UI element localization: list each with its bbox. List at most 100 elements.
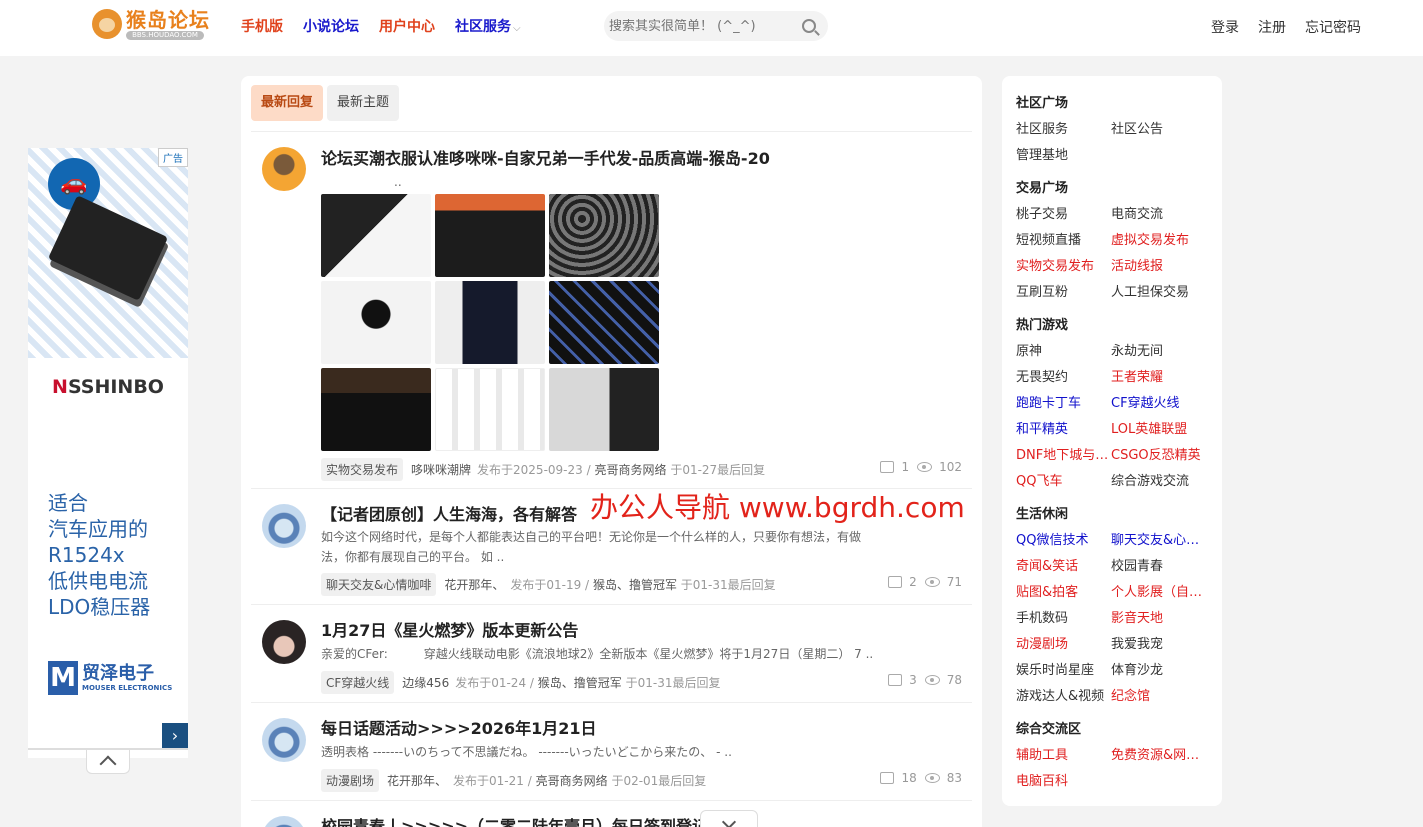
sidebar-forum-link[interactable]: 纪念馆 xyxy=(1111,688,1206,706)
sidebar-forum-link[interactable]: 社区公告 xyxy=(1111,121,1206,139)
sidebar-forum-link[interactable]: 娱乐时尚星座 xyxy=(1016,662,1111,680)
sidebar-forum-link[interactable]: 电脑百科 xyxy=(1016,773,1111,791)
thread-image[interactable] xyxy=(435,368,545,451)
sidebar-forum-link[interactable]: 辅助工具 xyxy=(1016,747,1111,765)
sidebar-section-title: 社区广场 xyxy=(1016,96,1069,111)
sidebar-forum-link[interactable]: 互刷互粉 xyxy=(1016,284,1111,302)
sidebar-forum-link[interactable]: 王者荣耀 xyxy=(1111,369,1206,387)
thread-author[interactable]: 哆咪咪潮牌 xyxy=(411,461,471,478)
thread-image[interactable] xyxy=(321,281,431,364)
logo-subtitle: BBS.HOUDAO.COM xyxy=(126,30,204,40)
sidebar-forum-link[interactable]: 原神 xyxy=(1016,343,1111,361)
thread-image[interactable] xyxy=(321,368,431,451)
sidebar-forum-link[interactable]: QQ微信技术 xyxy=(1016,532,1111,550)
last-reply-user[interactable]: 猴岛、撸管冠军 xyxy=(538,674,622,691)
tab-latest-threads[interactable]: 最新主题 xyxy=(327,85,400,121)
forum-tag[interactable]: 实物交易发布 xyxy=(321,458,404,481)
thread-item: 1月27日《星火燃梦》版本更新公告 亲爱的CFer: 穿越火线联动电影《流浪地球… xyxy=(251,605,972,703)
thread-title[interactable]: 校园青春丨>>>>>（二零二陆年壹月）每日签到登记 xyxy=(321,813,708,827)
user-avatar[interactable] xyxy=(262,816,306,827)
thread-image[interactable] xyxy=(321,194,431,277)
sidebar-forum-link[interactable]: 无畏契约 xyxy=(1016,369,1111,387)
user-avatar[interactable] xyxy=(262,147,306,191)
sidebar-forum-link[interactable]: 虚拟交易发布 xyxy=(1111,232,1206,250)
thread-image[interactable] xyxy=(435,281,545,364)
thread-title[interactable]: 1月27日《星火燃梦》版本更新公告 xyxy=(321,617,578,641)
sidebar-forum-link[interactable]: DNF地下城与勇士 xyxy=(1016,447,1111,465)
view-count: 102 xyxy=(939,460,962,474)
sidebar-forum-link[interactable]: 贴图&拍客 xyxy=(1016,584,1111,602)
register-link[interactable]: 注册 xyxy=(1258,17,1286,37)
thread-title[interactable]: 每日话题活动>>>>2026年1月21日 xyxy=(321,715,597,739)
sidebar-forum-link[interactable]: 跑跑卡丁车 xyxy=(1016,395,1111,413)
ad-collapse-chevron-up-icon[interactable] xyxy=(86,750,130,774)
sidebar-forum-link[interactable]: 和平精英 xyxy=(1016,421,1111,439)
nav-novel-forum[interactable]: 小说论坛 xyxy=(303,16,359,36)
thread-stats: 2 71 xyxy=(888,575,962,589)
last-reply-user[interactable]: 亮哥商务网络 xyxy=(536,772,608,789)
ad-next-arrow-icon[interactable]: › xyxy=(162,723,188,749)
sidebar-forum-link[interactable]: 桃子交易 xyxy=(1016,206,1111,224)
reply-count: 3 xyxy=(909,673,917,687)
sidebar-forum-link[interactable]: 电商交流 xyxy=(1111,206,1206,224)
forgot-password-link[interactable]: 忘记密码 xyxy=(1305,17,1361,37)
sidebar-forum-link[interactable]: CF穿越火线 xyxy=(1111,395,1206,413)
sidebar-forum-link[interactable]: 我爱我宠 xyxy=(1111,636,1206,654)
sidebar-forum-link[interactable]: 校园青春 xyxy=(1111,558,1206,576)
thread-author[interactable]: 花开那年、 xyxy=(444,576,504,593)
search-icon[interactable] xyxy=(802,19,816,33)
user-avatar[interactable] xyxy=(262,620,306,664)
sidebar-forum-link[interactable]: LOL英雄联盟 xyxy=(1111,421,1206,439)
sidebar-forum-link[interactable]: 免费资源&网赚项目 xyxy=(1111,747,1206,765)
last-reply-user[interactable]: 猴岛、撸管冠军 xyxy=(593,576,677,593)
search-input[interactable] xyxy=(609,18,789,34)
sidebar-forum-link[interactable]: 体育沙龙 xyxy=(1111,662,1206,680)
sidebar-forum-link[interactable]: 动漫剧场 xyxy=(1016,636,1111,654)
nav-community-services[interactable]: 社区服务 ⌵ xyxy=(455,16,521,36)
sidebar-link-grid: 原神 永劫无间 无畏契约 王者荣耀 跑跑卡丁车 CF穿越火线 和平精英 LOL英雄联盟 DNF地… xyxy=(1016,343,1208,491)
thread-author[interactable]: 花开那年、 xyxy=(387,772,447,789)
logo-title: 猴岛论坛 xyxy=(126,7,210,32)
thread-image[interactable] xyxy=(549,194,659,277)
nav-mobile[interactable]: 手机版 xyxy=(241,16,283,36)
sidebar-forum-link[interactable]: 影音天地 xyxy=(1111,610,1206,628)
sidebar-forum-link[interactable]: CSGO反恐精英 xyxy=(1111,447,1206,465)
left-advertisement[interactable]: 🚗 广告 NSSHINBO 适合 汽车应用的 R1524x 低供电电流 LDO稳… xyxy=(28,148,188,758)
user-avatar[interactable] xyxy=(262,504,306,548)
sidebar-forum-link[interactable]: 聊天交友&心情咖啡 xyxy=(1111,532,1206,550)
sidebar-forum-link[interactable]: 社区服务 xyxy=(1016,121,1111,139)
thread-title[interactable]: 论坛买潮衣服认准哆咪咪-自家兄弟一手代发-品质高端-猴岛-20 xyxy=(321,145,770,169)
thread-image[interactable] xyxy=(549,368,659,451)
ad-line: 适合 xyxy=(48,491,88,515)
forum-tag[interactable]: 聊天交友&心情咖啡 xyxy=(321,573,437,596)
last-reply-user[interactable]: 亮哥商务网络 xyxy=(594,461,666,478)
thread-excerpt: 透明表格 -------いのちって不思議だね。 -------いったいどこから来… xyxy=(321,745,732,759)
login-link[interactable]: 登录 xyxy=(1211,17,1239,37)
sidebar-forum-link[interactable]: 综合游戏交流 xyxy=(1111,473,1206,491)
nav-user-center[interactable]: 用户中心 xyxy=(379,16,435,36)
ad-badge[interactable]: 广告 xyxy=(158,148,188,167)
sidebar-forum-link[interactable]: 游戏达人&视频 xyxy=(1016,688,1111,706)
sidebar-forum-link[interactable]: 短视频直播 xyxy=(1016,232,1111,250)
sidebar-forum-link[interactable]: QQ飞车 xyxy=(1016,473,1111,491)
sidebar-forum-link[interactable]: 个人影展（自拍） xyxy=(1111,584,1206,602)
thread-images xyxy=(321,194,661,451)
forum-tag[interactable]: CF穿越火线 xyxy=(321,671,395,694)
scroll-down-chevron-icon[interactable] xyxy=(700,810,758,827)
user-avatar[interactable] xyxy=(262,718,306,762)
thread-title[interactable]: 【记者团原创】人生海海，各有解答 xyxy=(321,501,577,525)
sidebar-forum-link[interactable]: 奇闻&笑话 xyxy=(1016,558,1111,576)
thread-image[interactable] xyxy=(435,194,545,277)
sidebar-forum-link[interactable]: 实物交易发布 xyxy=(1016,258,1111,276)
forum-tag[interactable]: 动漫剧场 xyxy=(321,769,380,792)
site-logo[interactable]: 猴岛论坛 BBS.HOUDAO.COM xyxy=(92,6,212,42)
sidebar-forum-link[interactable]: 人工担保交易 xyxy=(1111,284,1206,302)
sidebar-forum-link[interactable]: 手机数码 xyxy=(1016,610,1111,628)
ad-line: 汽车应用的 xyxy=(48,517,148,541)
thread-image[interactable] xyxy=(549,281,659,364)
sidebar-forum-link[interactable]: 活动线报 xyxy=(1111,258,1206,276)
sidebar-forum-link[interactable]: 永劫无间 xyxy=(1111,343,1206,361)
tab-latest-replies[interactable]: 最新回复 xyxy=(251,85,324,121)
thread-author[interactable]: 边缘456 xyxy=(402,674,449,691)
sidebar-forum-link[interactable]: 管理基地 xyxy=(1016,147,1111,165)
